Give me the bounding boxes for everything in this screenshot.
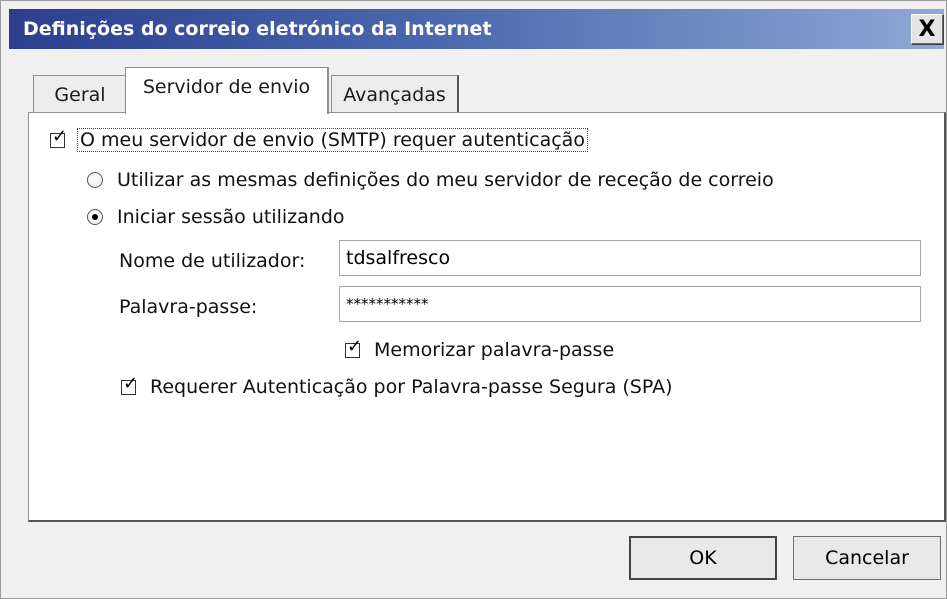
login-radio[interactable] [87, 209, 103, 225]
same-settings-label[interactable]: Utilizar as mesmas definições do meu ser… [117, 169, 774, 191]
requires-auth-label[interactable]: O meu servidor de envio (SMTP) requer au… [77, 128, 588, 152]
remember-password-checkbox[interactable]: ✓ [345, 337, 362, 358]
remember-password-option[interactable]: ✓ Memorizar palavra-passe [345, 337, 614, 361]
close-icon: X [918, 16, 936, 42]
spa-checkbox[interactable]: ✓ [121, 374, 138, 395]
title-bar: Definições do correio eletrónico da Inte… [9, 9, 944, 49]
requires-auth-option[interactable]: ✓ O meu servidor de envio (SMTP) requer … [50, 127, 588, 152]
tab-geral[interactable]: Geral [33, 75, 127, 113]
username-field[interactable]: tdsalfresco [339, 240, 921, 276]
checkmark-icon: ✓ [52, 125, 68, 147]
ok-button[interactable]: OK [629, 536, 777, 580]
tab-avancadas[interactable]: Avançadas [331, 75, 459, 113]
dialog-window: Definições do correio eletrónico da Inte… [0, 0, 947, 599]
tab-servidor-de-envio[interactable]: Servidor de envio [125, 67, 329, 114]
spa-option[interactable]: ✓ Requerer Autenticação por Palavra-pass… [121, 374, 673, 398]
remember-password-label[interactable]: Memorizar palavra-passe [374, 339, 614, 361]
window-title: Definições do correio eletrónico da Inte… [23, 18, 492, 40]
close-button[interactable]: X [911, 14, 943, 44]
same-settings-radio[interactable] [87, 172, 103, 188]
checkmark-icon: ✓ [347, 335, 363, 357]
requires-auth-checkbox[interactable]: ✓ [50, 127, 67, 148]
checkmark-icon: ✓ [123, 372, 139, 394]
radio-dot-icon [92, 214, 98, 220]
spa-label[interactable]: Requerer Autenticação por Palavra-passe … [150, 376, 673, 398]
password-label: Palavra-passe: [119, 296, 258, 318]
username-label: Nome de utilizador: [119, 250, 306, 272]
login-option[interactable]: Iniciar sessão utilizando [87, 206, 345, 228]
cancel-button[interactable]: Cancelar [793, 536, 941, 580]
same-settings-option[interactable]: Utilizar as mesmas definições do meu ser… [87, 169, 774, 191]
login-label[interactable]: Iniciar sessão utilizando [117, 206, 345, 228]
tab-panel-servidor-de-envio: ✓ O meu servidor de envio (SMTP) requer … [28, 112, 946, 522]
password-field[interactable]: *********** [339, 286, 921, 322]
